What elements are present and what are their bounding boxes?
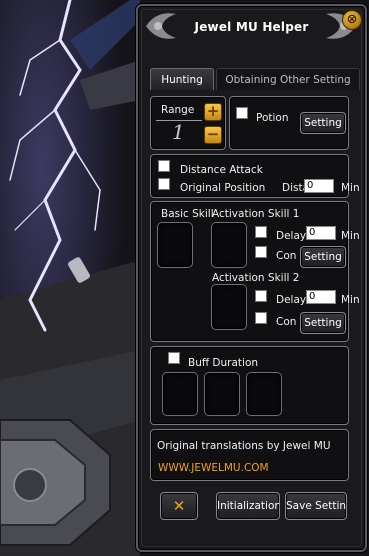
activation-1-delay-checkbox[interactable]	[255, 226, 267, 238]
potion-label: Potion	[256, 112, 289, 124]
credits-text: Original translations by Jewel MU	[157, 440, 331, 452]
distance-min-label: Min	[341, 182, 360, 194]
original-position-checkbox[interactable]	[158, 178, 170, 190]
tab-obtaining-other-setting[interactable]: Obtaining Other Setting	[216, 68, 360, 90]
buff-duration-label: Buff Duration	[188, 357, 259, 369]
activation-2-con-label: Con	[276, 316, 297, 328]
distance-attack-checkbox[interactable]	[158, 160, 170, 172]
original-position-label: Original Position	[180, 182, 266, 194]
buff-slot-2[interactable]	[204, 372, 240, 416]
basic-skill-label: Basic Skill	[161, 208, 214, 220]
activation-2-delay-checkbox[interactable]	[255, 290, 267, 302]
range-minus-button[interactable]: −	[204, 126, 222, 144]
activation-1-delay-label: Delay	[276, 230, 307, 242]
potion-checkbox[interactable]	[236, 107, 248, 119]
activation-1-delay-input[interactable]: 0	[306, 226, 336, 240]
activation-2-delay-label: Delay	[276, 294, 307, 306]
close-icon[interactable]: ⊗	[342, 10, 362, 30]
distance-input[interactable]: 0	[304, 179, 334, 193]
buff-duration-checkbox[interactable]	[168, 352, 180, 364]
range-label: Range	[161, 104, 195, 116]
window-title: Jewel MU Helper	[194, 20, 309, 34]
activation-1-setting-button[interactable]: Setting	[300, 246, 346, 268]
activation-1-con-label: Con	[276, 250, 297, 262]
tab-hunting[interactable]: Hunting	[150, 68, 214, 90]
activation-skill-2-label: Activation Skill 2	[212, 272, 300, 284]
activation-1-min-label: Min	[341, 230, 360, 242]
activation-2-min-label: Min	[341, 294, 360, 306]
potion-setting-button[interactable]: Setting	[300, 112, 346, 134]
distance-attack-label: Distance Attack	[180, 164, 263, 176]
activation-skill-1-slot[interactable]	[211, 222, 247, 268]
activation-2-con-checkbox[interactable]	[255, 312, 267, 324]
credits-link[interactable]: WWW.JEWELMU.COM	[158, 462, 269, 474]
activation-skill-2-slot[interactable]	[211, 284, 247, 330]
activation-2-setting-button[interactable]: Setting	[300, 312, 346, 334]
buff-slot-1[interactable]	[162, 372, 198, 416]
buff-slot-3[interactable]	[246, 372, 282, 416]
range-plus-button[interactable]: +	[204, 103, 222, 121]
activation-skill-1-label: Activation Skill 1	[212, 208, 300, 220]
cancel-button[interactable]: ✕	[160, 492, 198, 520]
save-setting-button[interactable]: Save Setting	[285, 492, 347, 520]
activation-2-delay-input[interactable]: 0	[306, 290, 336, 304]
initialization-button[interactable]: Initialization	[216, 492, 280, 520]
range-value: 1	[172, 120, 185, 144]
activation-1-con-checkbox[interactable]	[255, 246, 267, 258]
basic-skill-slot[interactable]	[157, 222, 193, 268]
